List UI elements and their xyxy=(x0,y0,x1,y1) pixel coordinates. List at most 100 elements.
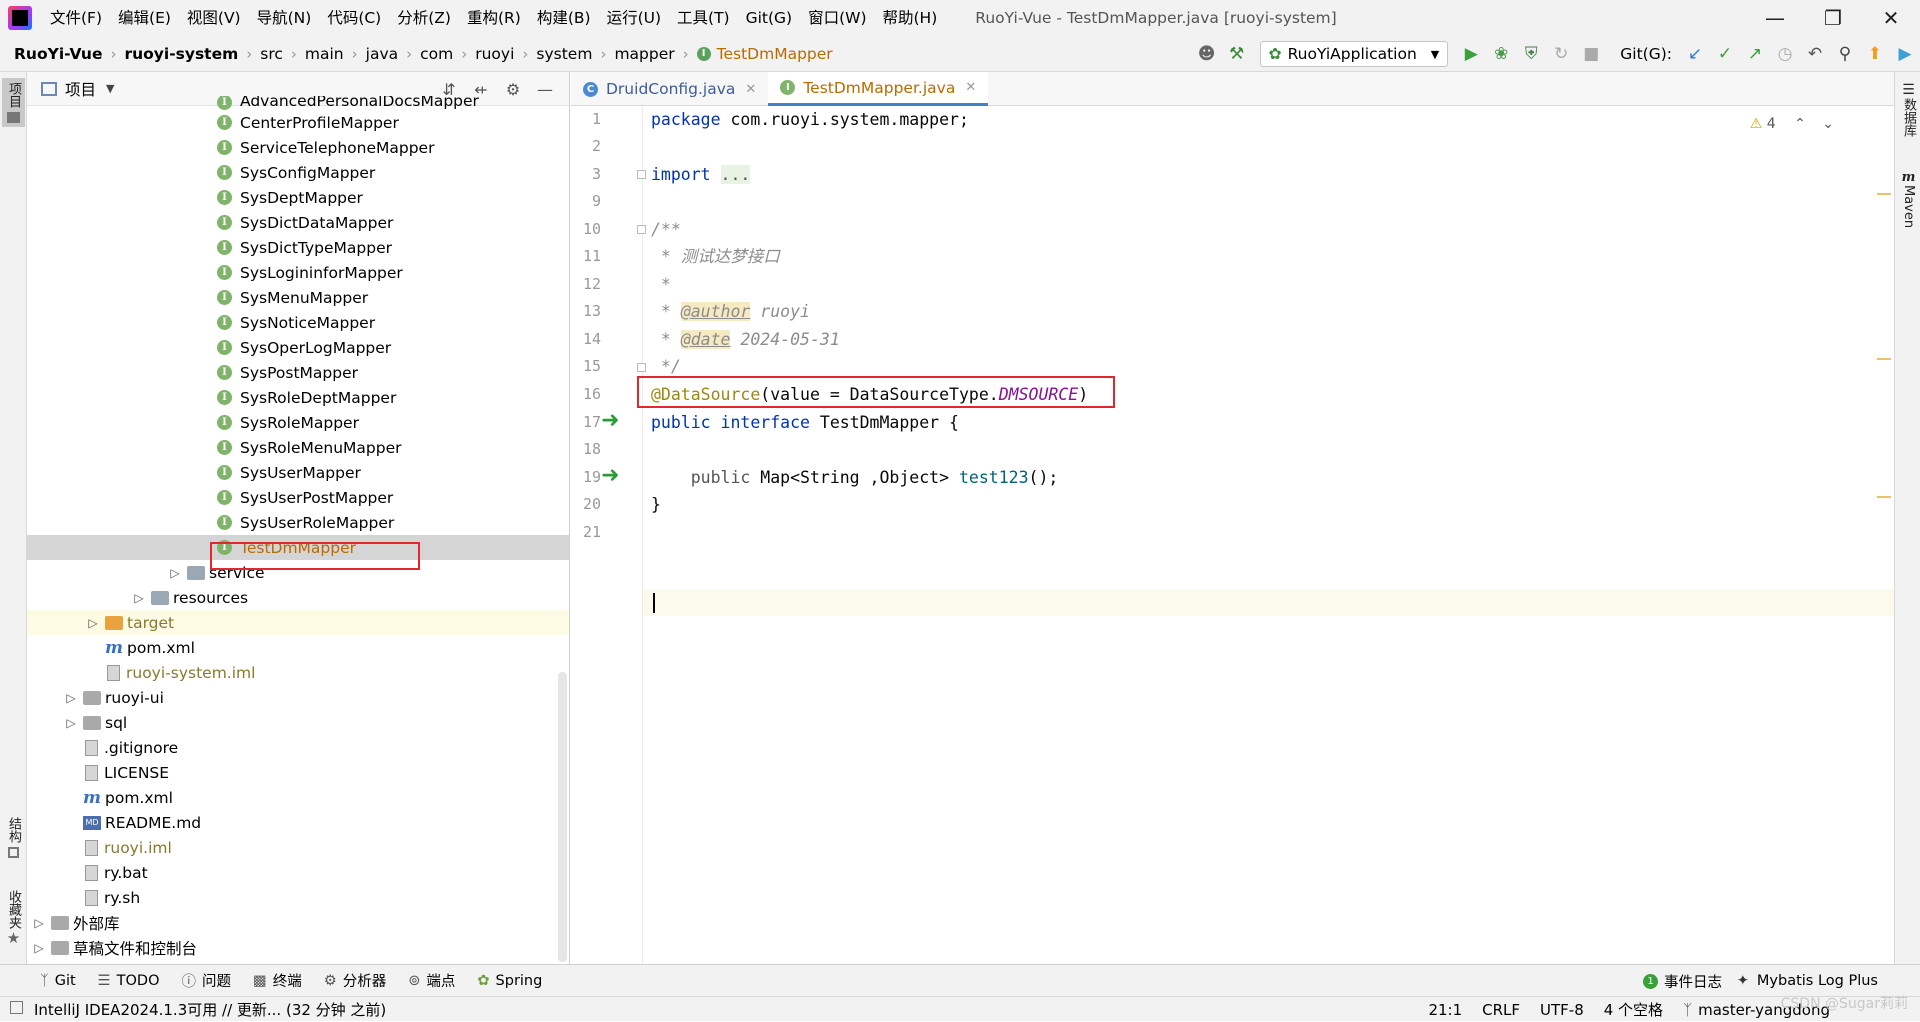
breadcrumb-system[interactable]: system xyxy=(536,45,592,63)
tool-tab-terminal[interactable]: ▩ 终端 xyxy=(253,970,302,991)
fold-marker-icon[interactable] xyxy=(637,170,646,179)
close-icon[interactable]: ✕ xyxy=(745,82,756,97)
close-icon[interactable]: ✕ xyxy=(1862,0,1920,36)
chevron-right-icon[interactable]: ▷ xyxy=(31,941,47,955)
tree-item[interactable]: I ServiceTelephoneMapper xyxy=(27,135,569,160)
tree-file[interactable]: MD README.md xyxy=(27,810,569,835)
code-content[interactable]: package com.ruoyi.system.mapper; import … xyxy=(651,106,1871,964)
menu-run[interactable]: 运行(U) xyxy=(599,0,669,36)
tool-tab-project[interactable]: 项目 xyxy=(2,78,25,127)
menu-help[interactable]: 帮助(H) xyxy=(875,0,946,36)
tree-folder[interactable]: ▷ 外部库 xyxy=(27,910,569,935)
breadcrumb-module[interactable]: ruoyi-system xyxy=(124,45,238,63)
breadcrumb-ruoyi[interactable]: ruoyi xyxy=(475,45,514,63)
tool-tab-maven[interactable]: m Maven xyxy=(1897,170,1920,228)
chevron-right-icon[interactable]: ▷ xyxy=(63,691,79,705)
tree-file[interactable]: ruoyi.iml xyxy=(27,835,569,860)
line-separator[interactable]: CRLF xyxy=(1482,1001,1520,1019)
git-push-icon[interactable]: ↗ xyxy=(1740,36,1770,72)
menu-code[interactable]: 代码(C) xyxy=(319,0,389,36)
tree-item[interactable]: I SysDeptMapper xyxy=(27,185,569,210)
menu-edit[interactable]: 编辑(E) xyxy=(110,0,179,36)
restore-icon[interactable]: ❐ xyxy=(1804,0,1862,36)
chevron-right-icon[interactable]: ▷ xyxy=(63,716,79,730)
tool-tab-problems[interactable]: ⓘ 问题 xyxy=(182,970,232,991)
indent-setting[interactable]: 4 个空格 xyxy=(1604,999,1663,1020)
tool-tab-endpoints[interactable]: ⊚ 端点 xyxy=(408,970,455,991)
tool-tab-git[interactable]: ᛉ Git xyxy=(40,973,76,989)
tree-item[interactable]: I SysUserMapper xyxy=(27,460,569,485)
toggle-panels-icon[interactable] xyxy=(10,1001,23,1014)
error-stripe-mark[interactable] xyxy=(1877,496,1891,498)
tree-item[interactable]: I SysOperLogMapper xyxy=(27,335,569,360)
breadcrumb-file[interactable]: TestDmMapper xyxy=(717,45,833,63)
tree-item[interactable]: I SysUserRoleMapper xyxy=(27,510,569,535)
scrollbar[interactable] xyxy=(558,672,567,962)
history-icon[interactable]: ◷ xyxy=(1770,36,1800,72)
status-message[interactable]: IntelliJ IDEA2024.1.3可用 // 更新... (32 分钟 … xyxy=(34,999,386,1020)
implementation-arrow-icon[interactable]: ➜ xyxy=(601,463,619,488)
tree-item[interactable]: I SysDictDataMapper xyxy=(27,210,569,235)
breadcrumb-main[interactable]: main xyxy=(305,45,344,63)
menu-refactor[interactable]: 重构(R) xyxy=(459,0,529,36)
git-update-icon[interactable]: ↙ xyxy=(1680,36,1710,72)
tool-tab-profiler[interactable]: ⚙ 分析器 xyxy=(324,970,387,991)
chevron-right-icon[interactable]: ▷ xyxy=(31,916,47,930)
chevron-right-icon[interactable]: ▷ xyxy=(167,566,183,580)
breadcrumb-java[interactable]: java xyxy=(366,45,398,63)
menu-git[interactable]: Git(G) xyxy=(738,0,801,36)
minimize-icon[interactable]: — xyxy=(1746,0,1804,36)
breadcrumb-project[interactable]: RuoYi-Vue xyxy=(14,45,102,63)
fold-marker-icon[interactable] xyxy=(637,363,646,372)
breadcrumb-com[interactable]: com xyxy=(420,45,453,63)
chevron-right-icon[interactable]: ▷ xyxy=(85,616,101,630)
tool-tab-structure[interactable]: 结构 xyxy=(2,817,25,858)
git-commit-icon[interactable]: ✓ xyxy=(1710,36,1740,72)
user-icon[interactable]: ☻ xyxy=(1192,36,1222,72)
rollback-icon[interactable]: ↶ xyxy=(1800,36,1830,72)
tree-item[interactable]: I AdvancedPersonalDocsMapper xyxy=(27,96,569,110)
tree-file[interactable]: .gitignore xyxy=(27,735,569,760)
fold-marker-icon[interactable] xyxy=(637,225,646,234)
tab-druid-config[interactable]: C DruidConfig.java ✕ xyxy=(571,72,768,106)
tree-item[interactable]: I SysDictTypeMapper xyxy=(27,235,569,260)
tree-file[interactable]: ruoyi-system.iml xyxy=(27,660,569,685)
tool-tab-database[interactable]: ☰ 数据库 xyxy=(1897,82,1920,137)
folded-imports[interactable]: ... xyxy=(720,165,751,184)
implementation-arrow-icon[interactable]: ➜ xyxy=(601,408,619,433)
tree-file[interactable]: m pom.xml xyxy=(27,785,569,810)
run-icon[interactable]: ▶ xyxy=(1456,36,1486,72)
stop-icon[interactable]: ■ xyxy=(1576,36,1606,72)
tree-folder[interactable]: ▷ resources xyxy=(27,585,569,610)
tree-item[interactable]: I SysPostMapper xyxy=(27,360,569,385)
tool-tab-todo[interactable]: ☰ TODO xyxy=(98,973,160,989)
tree-item[interactable]: I SysNoticeMapper xyxy=(27,310,569,335)
menu-window[interactable]: 窗口(W) xyxy=(800,0,874,36)
coverage-icon[interactable]: ⛨ xyxy=(1516,36,1546,72)
menu-navigate[interactable]: 导航(N) xyxy=(249,0,320,36)
search-icon[interactable]: ⚲ xyxy=(1830,36,1860,72)
menu-build[interactable]: 构建(B) xyxy=(529,0,599,36)
tool-tab-favorites[interactable]: 收藏夹 ★ xyxy=(2,890,25,947)
run-config-select[interactable]: ✿ RuoYiApplication ▼ xyxy=(1259,41,1449,67)
chevron-down-icon[interactable]: ▼ xyxy=(106,82,114,95)
menu-tools[interactable]: 工具(T) xyxy=(669,0,738,36)
caret-position[interactable]: 21:1 xyxy=(1428,1001,1462,1019)
tree-item[interactable]: I SysConfigMapper xyxy=(27,160,569,185)
tree-file[interactable]: ry.sh xyxy=(27,885,569,910)
tree-item[interactable]: I SysRoleMapper xyxy=(27,410,569,435)
debug-icon[interactable]: ❀ xyxy=(1486,36,1516,72)
chevron-right-icon[interactable]: ▷ xyxy=(131,591,147,605)
menu-view[interactable]: 视图(V) xyxy=(179,0,249,36)
build-hammer-icon[interactable]: ⚒ xyxy=(1222,36,1252,72)
tree-item[interactable]: I SysLogininforMapper xyxy=(27,260,569,285)
breadcrumb-mapper[interactable]: mapper xyxy=(614,45,674,63)
menu-analyze[interactable]: 分析(Z) xyxy=(389,0,459,36)
tree-item[interactable]: I SysRoleMenuMapper xyxy=(27,435,569,460)
tool-tab-spring[interactable]: ✿ Spring xyxy=(477,973,542,989)
menu-file[interactable]: 文件(F) xyxy=(42,0,110,36)
tree-file[interactable]: LICENSE xyxy=(27,760,569,785)
file-encoding[interactable]: UTF-8 xyxy=(1540,1001,1584,1019)
tree-item[interactable]: I SysUserPostMapper xyxy=(27,485,569,510)
breadcrumb-src[interactable]: src xyxy=(260,45,283,63)
